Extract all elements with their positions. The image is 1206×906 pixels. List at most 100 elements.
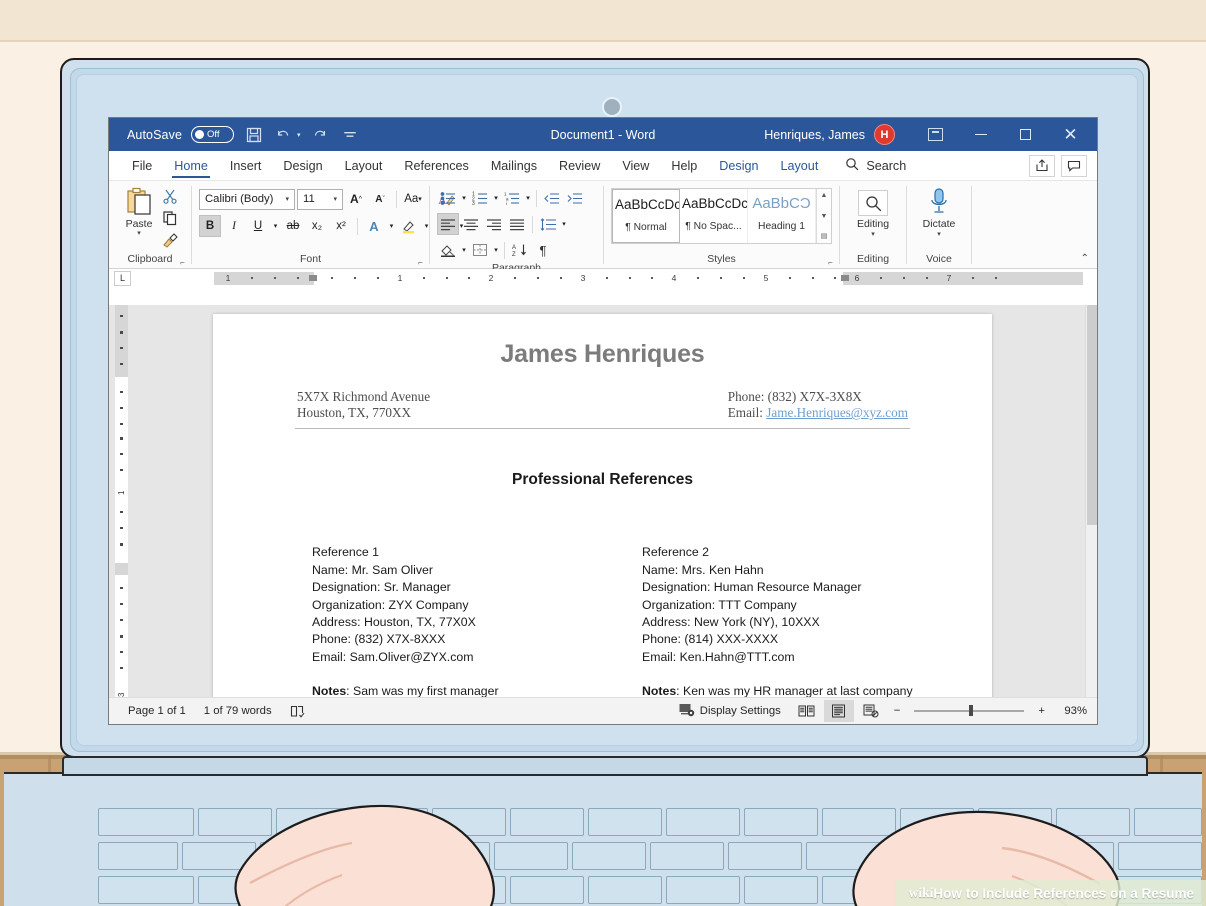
bullets-caret[interactable]: ▾ xyxy=(460,187,468,209)
tab-references[interactable]: References xyxy=(393,155,479,176)
tab-file[interactable]: File xyxy=(121,155,163,176)
user-name[interactable]: Henriques, James xyxy=(764,128,865,142)
vertical-scrollbar[interactable] xyxy=(1085,305,1097,697)
dictate-dropdown-caret[interactable]: ▾ xyxy=(937,231,941,238)
styles-dialog-launcher[interactable]: ⌐ xyxy=(826,258,835,267)
format-painter-icon[interactable] xyxy=(162,232,178,251)
superscript-button[interactable]: x² xyxy=(330,215,352,237)
tab-design[interactable]: Design xyxy=(272,155,333,176)
editing-dropdown-caret[interactable]: ▾ xyxy=(871,231,875,238)
scrollbar-thumb[interactable] xyxy=(1087,305,1097,525)
line-spacing-icon[interactable] xyxy=(537,213,559,235)
zoom-slider-thumb[interactable] xyxy=(969,705,974,717)
print-layout-icon[interactable] xyxy=(823,700,854,722)
horizontal-ruler[interactable]: 1 1 2 3 4 5 6 7 xyxy=(214,272,1085,285)
styles-scroll[interactable]: ▲ ▼ ▤ xyxy=(816,189,831,243)
font-dialog-launcher[interactable]: ⌐ xyxy=(416,258,425,267)
text-effects-icon[interactable]: A xyxy=(363,215,385,237)
tab-layout[interactable]: Layout xyxy=(334,155,394,176)
document-page[interactable]: James Henriques 5X7X Richmond Avenue Hou… xyxy=(213,314,992,697)
share-icon[interactable] xyxy=(1029,154,1055,177)
align-center-icon[interactable] xyxy=(460,213,482,235)
styles-gallery[interactable]: AaBbCcDc ¶ Normal AaBbCcDc ¶ No Spac... … xyxy=(611,188,832,244)
font-size-input[interactable]: 11 ▾ xyxy=(297,188,343,210)
avatar[interactable]: H xyxy=(874,124,895,145)
cut-icon[interactable] xyxy=(162,188,178,207)
tab-table-design[interactable]: Design xyxy=(708,155,769,176)
strikethrough-button[interactable]: ab xyxy=(282,215,304,237)
autosave-toggle[interactable]: Off xyxy=(191,126,235,143)
shading-icon[interactable] xyxy=(437,239,459,261)
save-icon[interactable] xyxy=(243,124,264,145)
right-indent-marker[interactable] xyxy=(841,275,849,281)
tab-view[interactable]: View xyxy=(611,155,660,176)
display-settings-button[interactable]: Display Settings xyxy=(670,703,790,720)
styles-scroll-up[interactable]: ▲ xyxy=(817,190,831,201)
bold-button[interactable]: B xyxy=(199,215,221,237)
tab-stop-selector[interactable]: L xyxy=(114,270,131,286)
minimize-button[interactable] xyxy=(958,118,1003,151)
show-marks-icon[interactable]: ¶ xyxy=(532,239,554,261)
paste-dropdown-caret[interactable]: ▾ xyxy=(137,230,141,237)
dictate-button[interactable]: Dictate ▾ xyxy=(914,185,964,238)
tab-table-layout[interactable]: Layout xyxy=(770,155,830,176)
underline-button[interactable]: U xyxy=(247,215,269,237)
copy-icon[interactable] xyxy=(162,210,178,229)
zoom-out-button[interactable]: − xyxy=(888,705,907,717)
highlight-icon[interactable] xyxy=(398,215,420,237)
tab-mailings[interactable]: Mailings xyxy=(480,155,548,176)
numbering-icon[interactable]: 1 2 3 xyxy=(469,187,491,209)
maximize-button[interactable] xyxy=(1003,118,1048,151)
line-spacing-caret[interactable]: ▾ xyxy=(560,213,568,235)
undo-icon[interactable] xyxy=(273,124,294,145)
borders-caret[interactable]: ▾ xyxy=(492,239,500,261)
multilevel-caret[interactable]: ▾ xyxy=(524,187,532,209)
subscript-button[interactable]: x₂ xyxy=(306,215,328,237)
close-button[interactable]: ✕ xyxy=(1048,118,1093,151)
shrink-font-button[interactable]: Aˇ xyxy=(369,188,391,210)
read-mode-icon[interactable] xyxy=(792,700,822,722)
align-left-icon[interactable] xyxy=(437,213,459,235)
sort-icon[interactable]: A Z xyxy=(509,239,531,261)
zoom-slider[interactable] xyxy=(914,705,1025,717)
clipboard-dialog-launcher[interactable]: ⌐ xyxy=(178,258,187,267)
search-box[interactable]: Search xyxy=(845,157,906,174)
tab-insert[interactable]: Insert xyxy=(219,155,273,176)
italic-button[interactable]: I xyxy=(223,215,245,237)
underline-dropdown-caret[interactable]: ▾ xyxy=(271,215,280,237)
ribbon-display-options-icon[interactable] xyxy=(913,118,958,151)
style-normal[interactable]: AaBbCcDc ¶ Normal xyxy=(612,189,680,243)
align-right-icon[interactable] xyxy=(483,213,505,235)
tab-home[interactable]: Home xyxy=(163,155,219,178)
style-no-spacing[interactable]: AaBbCcDc ¶ No Spac... xyxy=(680,189,748,243)
font-name-input[interactable]: Calibri (Body) ▾ xyxy=(199,188,295,210)
web-layout-icon[interactable] xyxy=(856,700,886,722)
bullets-icon[interactable] xyxy=(437,187,459,209)
increase-indent-icon[interactable] xyxy=(564,187,586,209)
styles-scroll-down[interactable]: ▼ xyxy=(817,211,831,222)
page-indicator[interactable]: Page 1 of 1 xyxy=(119,705,195,717)
justify-icon[interactable] xyxy=(506,213,528,235)
shading-caret[interactable]: ▾ xyxy=(460,239,468,261)
tab-review[interactable]: Review xyxy=(548,155,611,176)
comment-icon[interactable] xyxy=(1061,154,1087,177)
collapse-ribbon-icon[interactable]: ⌃ xyxy=(1081,253,1089,264)
text-effects-caret[interactable]: ▾ xyxy=(387,215,396,237)
paste-button[interactable]: Paste ▾ xyxy=(116,185,162,237)
grow-font-button[interactable]: A ^ xyxy=(345,188,367,210)
decrease-indent-icon[interactable] xyxy=(541,187,563,209)
editing-button[interactable]: Editing ▾ xyxy=(847,187,899,238)
style-heading-1[interactable]: AaBbCƆ Heading 1 xyxy=(748,189,816,243)
left-indent-marker[interactable] xyxy=(309,275,317,281)
zoom-level[interactable]: 93% xyxy=(1053,705,1087,717)
multilevel-list-icon[interactable]: 1 a i xyxy=(501,187,523,209)
word-count[interactable]: 1 of 79 words xyxy=(195,705,281,717)
tab-help[interactable]: Help xyxy=(660,155,708,176)
proofing-icon[interactable] xyxy=(281,705,314,718)
styles-more[interactable]: ▤ xyxy=(817,231,831,242)
borders-icon[interactable] xyxy=(469,239,491,261)
redo-icon[interactable] xyxy=(310,124,331,145)
customize-quick-access-icon[interactable] xyxy=(340,124,361,145)
undo-dropdown-caret[interactable]: ▾ xyxy=(297,131,301,139)
zoom-in-button[interactable]: + xyxy=(1032,705,1051,717)
